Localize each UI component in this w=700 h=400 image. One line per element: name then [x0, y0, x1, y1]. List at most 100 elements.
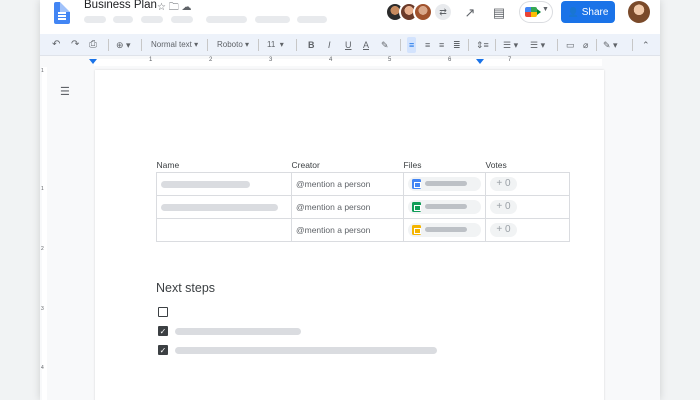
- undo-icon[interactable]: ↶: [52, 37, 60, 53]
- more-collaborators-icon[interactable]: ⇄: [433, 2, 453, 22]
- ruler-number: 1: [149, 57, 153, 63]
- votes-cell: + 0: [485, 217, 570, 242]
- vruler-number: 3: [41, 306, 44, 312]
- top-bar: Business Plan ☆ 🗀 ☁ ⇄ ↗ ▤ ▼ 👤 Share: [40, 0, 660, 34]
- toolbar-divider: [108, 39, 109, 51]
- chevron-down-icon: ▼: [542, 6, 549, 13]
- underline-button[interactable]: U: [345, 37, 352, 53]
- align-justify-icon[interactable]: ≣: [453, 37, 461, 53]
- files-cell[interactable]: [403, 217, 486, 242]
- checkbox-checked[interactable]: ✓: [158, 326, 168, 336]
- files-cell[interactable]: [403, 194, 486, 219]
- share-button[interactable]: 👤 Share: [561, 1, 615, 23]
- creator-cell[interactable]: @mention a person: [291, 171, 404, 196]
- meet-camera-icon: [525, 7, 541, 17]
- highlight-icon[interactable]: ✎: [381, 37, 389, 53]
- toolbar-divider: [495, 39, 496, 51]
- files-cell[interactable]: [403, 171, 486, 196]
- comments-icon[interactable]: ▤: [490, 5, 508, 21]
- toolbar-divider: [596, 39, 597, 51]
- ruler-number: 6: [448, 57, 452, 63]
- checkbox-checked[interactable]: ✓: [158, 345, 168, 355]
- horizontal-ruler: 1 2 3 4 5 6 7: [40, 57, 660, 67]
- title-action-icons[interactable]: ☆ 🗀 ☁: [157, 0, 192, 17]
- column-header-files: Files: [403, 160, 422, 171]
- table-row: @mention a person + 0: [156, 194, 570, 219]
- file-name-placeholder: [425, 180, 467, 186]
- menu-item-help[interactable]: [297, 16, 327, 23]
- document-outline-icon[interactable]: ☰: [60, 86, 72, 98]
- name-cell[interactable]: [156, 217, 292, 242]
- numbered-list-icon[interactable]: ☰ ▾: [530, 37, 545, 53]
- toolbar-divider: [468, 39, 469, 51]
- ruler-number: 7: [508, 57, 512, 63]
- bulleted-list-icon[interactable]: ☰ ▾: [503, 37, 518, 53]
- vruler-page-area: [42, 67, 47, 400]
- bold-button[interactable]: B: [308, 37, 315, 53]
- vertical-ruler: 1 1 2 3 4: [40, 67, 48, 400]
- font-select[interactable]: Roboto ▾: [217, 37, 249, 53]
- file-name-placeholder: [425, 226, 467, 232]
- vote-button[interactable]: + 0: [490, 222, 517, 237]
- vote-button[interactable]: + 0: [490, 199, 517, 214]
- account-avatar[interactable]: [628, 1, 650, 23]
- creator-cell[interactable]: @mention a person: [291, 217, 404, 242]
- text-color-button[interactable]: A: [363, 37, 369, 53]
- name-cell[interactable]: [156, 171, 292, 196]
- menu-item-view[interactable]: [141, 16, 163, 23]
- menu-item-insert[interactable]: [171, 16, 193, 23]
- menu-item-file[interactable]: [84, 16, 106, 23]
- column-header-name: Name: [156, 160, 180, 171]
- ruler-number: 3: [269, 57, 273, 63]
- tracker-table: Name Creator Files Votes @mention a pers…: [156, 159, 570, 242]
- ruler-number: 2: [209, 57, 213, 63]
- creator-cell[interactable]: @mention a person: [291, 194, 404, 219]
- left-indent-marker[interactable]: [89, 59, 97, 64]
- toolbar-divider: [296, 39, 297, 51]
- menu-item-format[interactable]: [206, 16, 247, 23]
- collaborator-avatar[interactable]: [413, 2, 433, 22]
- file-name-placeholder: [425, 203, 467, 209]
- share-label: Share: [581, 7, 609, 18]
- file-chip[interactable]: [408, 176, 481, 191]
- vruler-number: 4: [41, 365, 44, 371]
- align-right-icon[interactable]: ≡: [439, 37, 444, 53]
- vote-button[interactable]: + 0: [490, 176, 517, 191]
- doc-title[interactable]: Business Plan: [84, 0, 157, 11]
- menu-item-tools[interactable]: [255, 16, 290, 23]
- line-spacing-icon[interactable]: ⇕≡: [476, 37, 489, 53]
- zoom-icon[interactable]: ⊕ ▾: [116, 37, 131, 53]
- print-icon[interactable]: ⎙: [89, 37, 97, 53]
- meet-button[interactable]: ▼: [520, 2, 552, 22]
- docs-logo-icon[interactable]: [54, 2, 70, 24]
- font-size-select[interactable]: 11 ▾: [267, 37, 284, 53]
- file-chip[interactable]: [408, 199, 481, 214]
- toolbar-divider: [557, 39, 558, 51]
- clear-format-icon[interactable]: ⌀: [583, 37, 588, 53]
- style-select[interactable]: Normal text ▾: [151, 37, 198, 53]
- align-left-icon[interactable]: ≡: [407, 37, 417, 53]
- ruler-number: 4: [329, 57, 333, 63]
- right-indent-marker[interactable]: [476, 59, 484, 64]
- name-placeholder: [161, 180, 250, 188]
- table-row: @mention a person + 0: [156, 217, 570, 242]
- slides-file-icon: [412, 224, 421, 235]
- align-center-icon[interactable]: ≡: [425, 37, 430, 53]
- ruler-page-area: [94, 59, 602, 66]
- collapse-toolbar-chevron-up-icon[interactable]: ⌃: [642, 37, 650, 53]
- activity-trend-icon[interactable]: ↗: [461, 5, 479, 21]
- docs-file-icon: [412, 178, 421, 189]
- file-chip[interactable]: [408, 222, 481, 237]
- editing-mode-pencil-icon[interactable]: ✎ ▾: [603, 37, 618, 53]
- redo-icon[interactable]: ↷: [71, 37, 79, 53]
- checklist-item-placeholder: [175, 347, 437, 354]
- document-page[interactable]: Name Creator Files Votes @mention a pers…: [95, 70, 604, 400]
- menu-item-edit[interactable]: [113, 16, 133, 23]
- table-row: @mention a person + 0: [156, 171, 570, 196]
- name-cell[interactable]: [156, 194, 292, 219]
- italic-button[interactable]: I: [328, 37, 331, 53]
- ruler-number: 5: [388, 57, 392, 63]
- person-add-icon: 👤: [567, 7, 579, 17]
- checkbox-unchecked[interactable]: [158, 307, 168, 317]
- insert-image-icon[interactable]: ▭: [566, 37, 575, 53]
